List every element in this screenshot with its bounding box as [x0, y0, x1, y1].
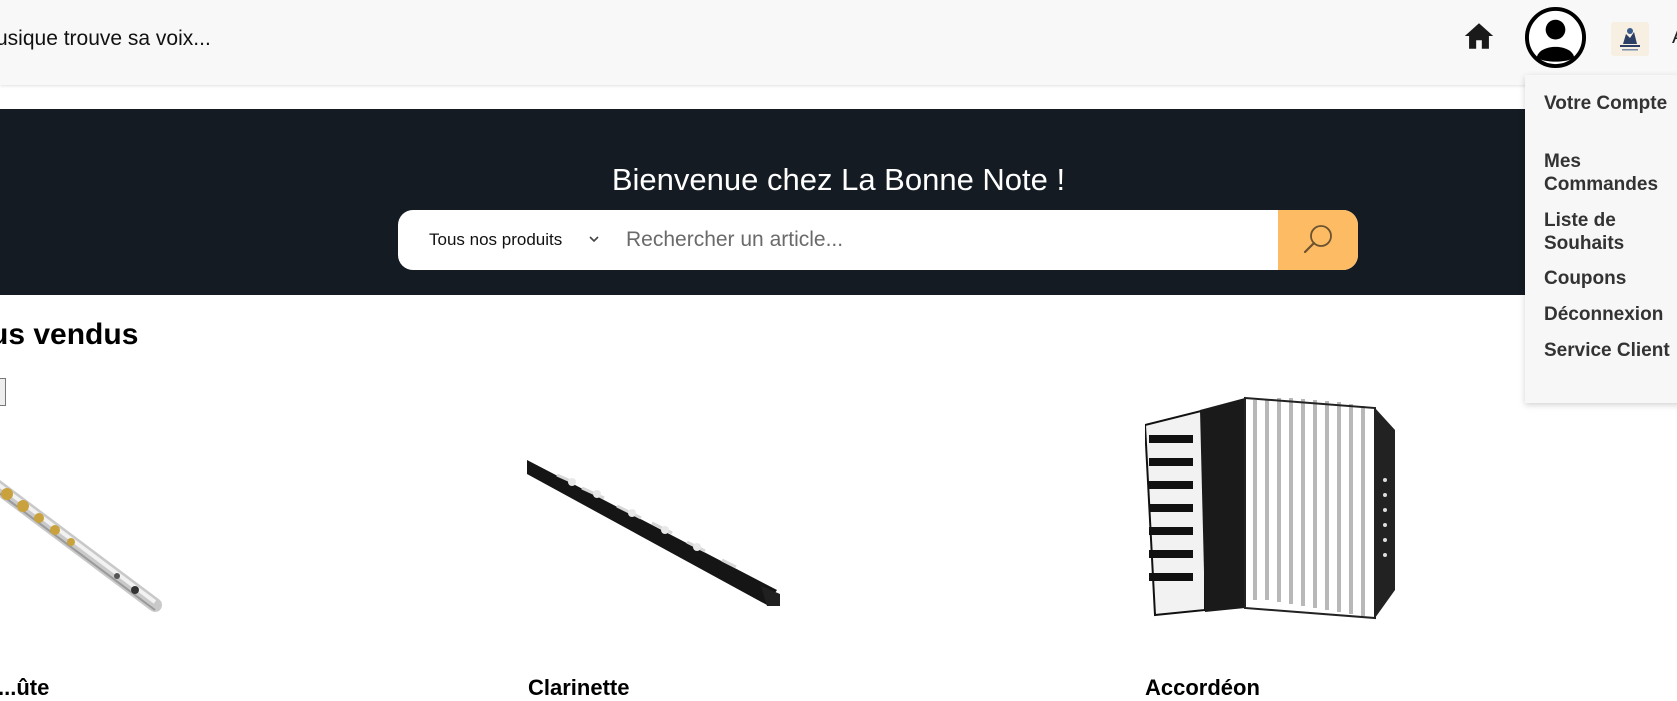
- clarinet-image: [527, 460, 780, 606]
- hero-banner: Bienvenue chez La Bonne Note ! Tous nos …: [0, 109, 1677, 295]
- account-dropdown-menu: Votre Compte Mes Commandes Liste de Souh…: [1525, 75, 1677, 403]
- menu-item-wishlist[interactable]: Liste de Souhaits: [1544, 209, 1677, 255]
- product-card-accordion[interactable]: [1143, 390, 1397, 645]
- site-tagline: usique trouve sa voix...: [0, 27, 211, 50]
- menu-item-customer-service[interactable]: Service Client: [1544, 339, 1677, 362]
- cut-off-label: A: [1672, 26, 1677, 49]
- product-card-flute[interactable]: [0, 390, 165, 625]
- menu-item-account[interactable]: Votre Compte: [1544, 92, 1677, 115]
- search-bar: Tous nos produits: [398, 210, 1358, 270]
- product-card-clarinet[interactable]: [527, 390, 780, 625]
- product-name-flute[interactable]: ...ûte: [0, 675, 49, 701]
- product-name-clarinet[interactable]: Clarinette: [528, 675, 629, 701]
- search-button[interactable]: [1278, 210, 1358, 270]
- accordion-image: [1143, 396, 1395, 620]
- search-icon: [1303, 225, 1332, 254]
- home-icon[interactable]: [1462, 19, 1496, 53]
- hero-title: Bienvenue chez La Bonne Note !: [611, 162, 1066, 197]
- category-select-value: Tous nos produits: [429, 230, 563, 249]
- top-header: usique trouve sa voix... A: [0, 0, 1677, 85]
- category-select[interactable]: Tous nos produits: [398, 210, 608, 270]
- flute-image: [0, 480, 162, 612]
- chevron-down-icon: [589, 236, 599, 243]
- product-name-accordion[interactable]: Accordéon: [1145, 675, 1260, 701]
- user-circle-icon[interactable]: [1524, 6, 1587, 69]
- brand-logo[interactable]: [1611, 22, 1649, 56]
- menu-item-orders[interactable]: Mes Commandes: [1544, 150, 1677, 196]
- section-title: us vendus: [0, 318, 139, 351]
- menu-item-logout[interactable]: Déconnexion: [1544, 303, 1677, 326]
- menu-item-coupons[interactable]: Coupons: [1544, 267, 1677, 290]
- search-input[interactable]: [626, 210, 1186, 270]
